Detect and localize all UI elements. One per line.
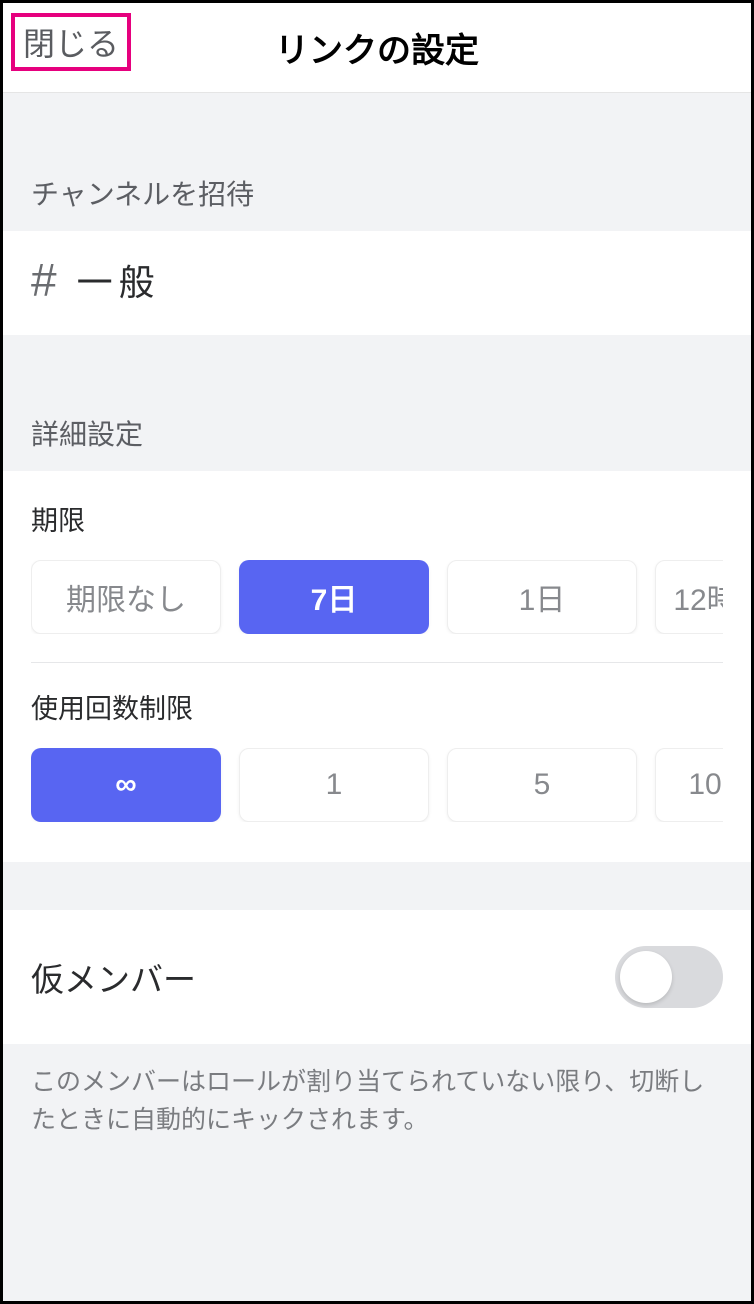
channel-name: 一般 <box>77 254 161 306</box>
divider <box>31 662 723 663</box>
max-uses-option-5[interactable]: 5 <box>447 748 637 822</box>
temporary-membership-toggle[interactable] <box>615 946 723 1008</box>
advanced-settings-section-label: 詳細設定 <box>3 335 751 471</box>
temporary-membership-row: 仮メンバー <box>3 910 751 1044</box>
header-bar: 閉じる リンクの設定 <box>3 3 751 93</box>
advanced-settings-panel: 期限 期限なし 7日 1日 12時 使用回数制限 ∞ 1 5 10 <box>3 471 751 862</box>
max-uses-option-10[interactable]: 10 <box>655 748 723 822</box>
expiration-option-1day[interactable]: 1日 <box>447 560 637 634</box>
invite-channel-section-label: チャンネルを招待 <box>3 93 751 231</box>
temporary-membership-label: 仮メンバー <box>31 953 196 1001</box>
max-uses-options: ∞ 1 5 10 <box>31 748 723 822</box>
temporary-membership-description: このメンバーはロールが割り当てられていない限り、切断したときに自動的にキックされ… <box>3 1044 751 1159</box>
max-uses-option-1[interactable]: 1 <box>239 748 429 822</box>
toggle-knob <box>620 951 672 1003</box>
expiration-option-12hours[interactable]: 12時 <box>655 560 723 634</box>
expiration-label: 期限 <box>31 499 723 538</box>
channel-selector-row[interactable]: # 一般 <box>3 231 751 335</box>
hash-icon: # <box>31 253 57 307</box>
max-uses-label: 使用回数制限 <box>31 687 723 726</box>
close-button[interactable]: 閉じる <box>11 13 131 71</box>
expiration-option-7days[interactable]: 7日 <box>239 560 429 634</box>
max-uses-option-infinite[interactable]: ∞ <box>31 748 221 822</box>
expiration-option-no-limit[interactable]: 期限なし <box>31 560 221 634</box>
expiration-options: 期限なし 7日 1日 12時 <box>31 560 723 634</box>
